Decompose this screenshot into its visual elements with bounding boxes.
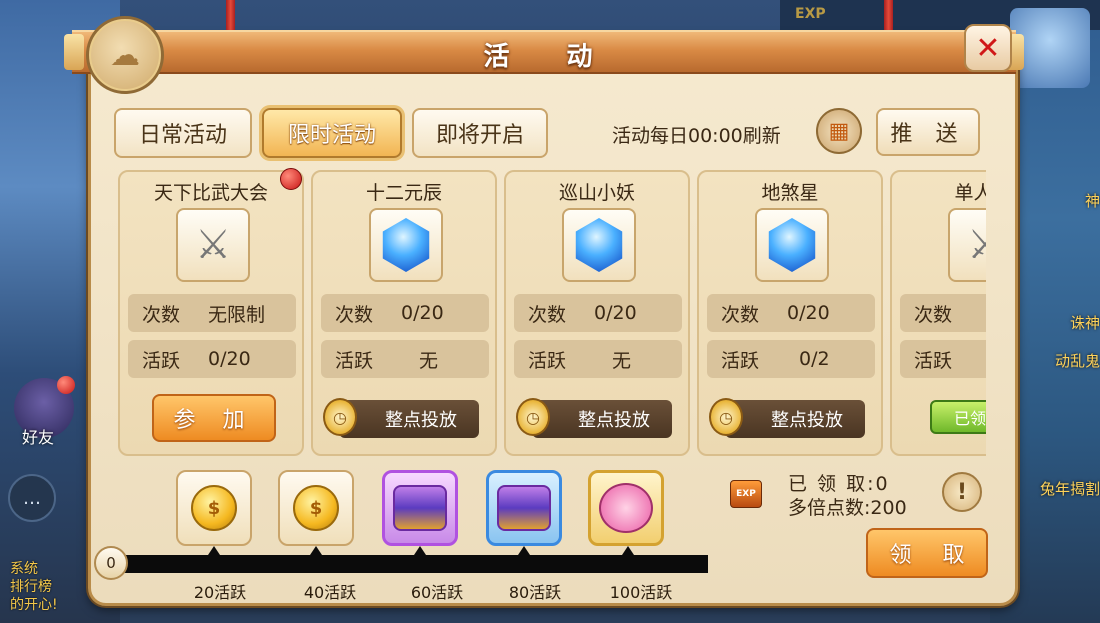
card-title: 单人竞 [954, 182, 986, 204]
tab-limited-activities[interactable]: 限时活动 [262, 108, 402, 158]
hourly-drop-button[interactable]: 整点投放 [532, 400, 672, 438]
count-value: 0/20 [594, 302, 637, 324]
blue-gem-icon [755, 208, 829, 282]
activity-row: 活跃 0/2 [707, 340, 875, 378]
chat-line: 排行榜 [10, 579, 52, 595]
count-value: 无限制 [208, 303, 266, 326]
grid-menu-icon[interactable]: ▦ [816, 108, 862, 154]
side-right-text-2: 诛神 [1069, 314, 1100, 332]
chat-line: 的开心! [10, 597, 58, 613]
activity-value: 0/2 [799, 348, 830, 370]
card-title: 天下比武大会 [153, 182, 268, 204]
info-exclamation-icon[interactable]: ! [942, 472, 982, 512]
claim-button[interactable]: 领 取 [866, 528, 988, 578]
clock-icon: ◷ [323, 398, 357, 436]
activity-card[interactable]: 天下比武大会 ⚔ 次数 无限制 活跃 0/20 参 加 [118, 170, 304, 456]
milestone-marker [208, 546, 220, 555]
milestone-label: 60活跃 [410, 583, 464, 602]
milestone-label: 40活跃 [303, 583, 357, 602]
reward-40-gold-coin-icon[interactable]: $ [278, 470, 354, 546]
activity-card[interactable]: 十二元辰 次数 0/20 活跃 无 整点投放 ◷ [311, 170, 497, 456]
tab-coming-soon[interactable]: 即将开启 [412, 108, 548, 158]
count-value: 0/20 [401, 302, 444, 324]
count-row: 次数 [900, 294, 986, 332]
count-label: 次数 [528, 303, 567, 326]
hourly-drop-button[interactable]: 整点投放 [725, 400, 865, 438]
side-right-text-3: 动乱鬼 [1054, 352, 1100, 370]
count-label: 次数 [914, 303, 953, 326]
activity-card[interactable]: 单人竞 ⚔ 次数 活跃 已领 [890, 170, 986, 456]
push-button[interactable]: 推 送 [876, 108, 980, 156]
friends-notification-dot [57, 376, 75, 394]
activity-row: 活跃 0/20 [128, 340, 296, 378]
milestone-label: 100活跃 [609, 583, 673, 602]
hanging-rope-left [226, 0, 235, 30]
card-title: 巡山小妖 [558, 182, 635, 204]
join-button[interactable]: 参 加 [152, 394, 276, 442]
claimed-count: 已 领 取:0 [788, 473, 890, 495]
card-title: 十二元辰 [365, 182, 442, 204]
reward-80-treasure-chest-icon[interactable] [486, 470, 562, 546]
tab-daily-activities[interactable]: 日常活动 [114, 108, 252, 158]
blue-gem-icon [562, 208, 636, 282]
activity-card[interactable]: 巡山小妖 次数 0/20 活跃 无 整点投放 ◷ [504, 170, 690, 456]
clock-icon: ◷ [516, 398, 550, 436]
activity-value: 0/20 [208, 348, 251, 370]
activity-label: 活跃 [335, 349, 374, 372]
activity-label: 活跃 [721, 349, 760, 372]
refresh-notice: 活动每日00:00刷新 [612, 125, 781, 147]
crossed-swords-icon: ⚔ [948, 208, 986, 282]
reward-20-gold-coin-icon[interactable]: $ [176, 470, 252, 546]
activity-label: 活跃 [528, 349, 567, 372]
count-label: 次数 [721, 303, 760, 326]
activity-cards[interactable]: 天下比武大会 ⚔ 次数 无限制 活跃 0/20 参 加 十二元辰 次数 0/20… [114, 170, 986, 458]
reward-100-pig-bag-icon[interactable] [588, 470, 664, 546]
count-label: 次数 [335, 303, 374, 326]
count-label: 次数 [142, 303, 181, 326]
activity-row: 活跃 [900, 340, 986, 378]
notification-dot [280, 168, 302, 190]
activity-label: 活跃 [914, 349, 953, 372]
activity-progress-track [104, 555, 708, 573]
clock-icon: ◷ [709, 398, 743, 436]
activity-row: 活跃 无 [514, 340, 682, 378]
milestone-label: 80活跃 [508, 583, 562, 602]
side-right-text-1: 神 [1084, 192, 1100, 210]
window-title: 活 动 [483, 42, 617, 72]
reward-60-treasure-chest-icon[interactable] [382, 470, 458, 546]
count-row: 次数 0/20 [707, 294, 875, 332]
card-title: 地煞星 [761, 182, 819, 204]
exp-badge-icon: EXP [730, 480, 762, 508]
count-value: 0/20 [787, 302, 830, 324]
milestone-marker [622, 546, 634, 555]
activity-row: 活跃 无 [321, 340, 489, 378]
chat-preview: 系统 排行榜 的开心! [10, 560, 58, 614]
exp-label: EXP [795, 6, 826, 22]
milestone-marker [310, 546, 322, 555]
count-row: 次数 无限制 [128, 294, 296, 332]
activity-label: 活跃 [142, 349, 181, 372]
progress-value: 0 [94, 546, 128, 580]
milestone-marker [414, 546, 426, 555]
chat-line: 系统 [10, 561, 38, 577]
activity-value: 无 [612, 349, 632, 372]
side-right-text-4: 兔年揭割 [1039, 480, 1100, 498]
close-icon[interactable]: ✕ [964, 24, 1012, 72]
count-row: 次数 0/20 [321, 294, 489, 332]
hanging-rope-right [884, 0, 893, 30]
hourly-drop-button[interactable]: 整点投放 [339, 400, 479, 438]
activity-card[interactable]: 地煞星 次数 0/20 活跃 0/2 整点投放 ◷ [697, 170, 883, 456]
claimed-button[interactable]: 已领 [930, 400, 986, 434]
milestone-label: 20活跃 [193, 583, 247, 602]
multiplier-points: 多倍点数:200 [788, 497, 907, 519]
friends-label: 好友 [22, 428, 55, 447]
cloud-emblem-icon: ☁ [86, 16, 164, 94]
activity-value: 无 [419, 349, 439, 372]
crossed-swords-icon: ⚔ [176, 208, 250, 282]
blue-gem-icon [369, 208, 443, 282]
milestone-marker [518, 546, 530, 555]
chat-bubble-icon[interactable]: … [8, 474, 56, 522]
count-row: 次数 0/20 [514, 294, 682, 332]
